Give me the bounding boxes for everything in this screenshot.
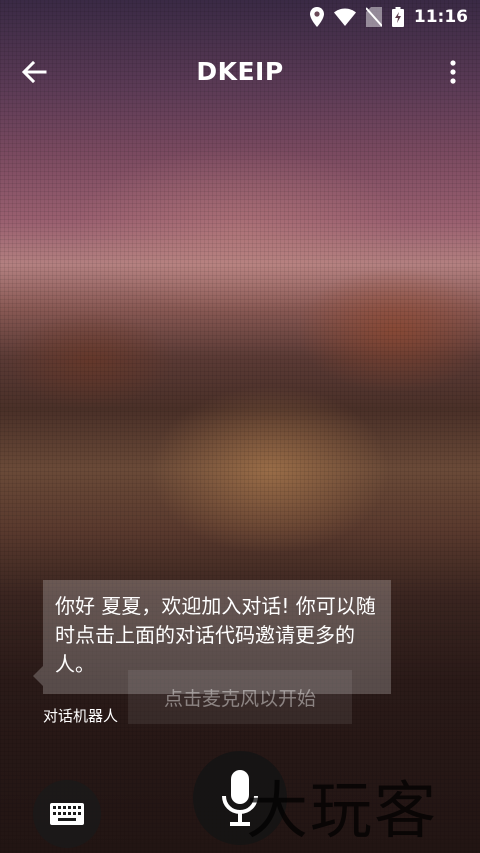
more-vert-icon <box>450 60 456 84</box>
page-title: DKEIP <box>196 57 284 86</box>
app-bar: DKEIP <box>0 44 480 104</box>
wifi-icon <box>333 8 356 26</box>
status-time: 11:16 <box>413 7 468 27</box>
bubble-tail <box>33 666 43 686</box>
status-bar: 11:16 <box>0 0 480 34</box>
more-options-button[interactable] <box>438 52 468 92</box>
no-sim-icon <box>365 7 382 27</box>
keyboard-icon <box>50 803 84 825</box>
location-icon <box>309 7 324 27</box>
message-sender: 对话机器人 <box>43 707 119 725</box>
keyboard-button[interactable] <box>33 780 101 848</box>
message-bubble: 你好 夏夏，欢迎加入对话! 你可以随时点击上面的对话代码邀请更多的人。 <box>43 580 391 694</box>
battery-charging-icon <box>391 7 404 27</box>
watermark-logo: 大玩客 <box>246 774 439 847</box>
